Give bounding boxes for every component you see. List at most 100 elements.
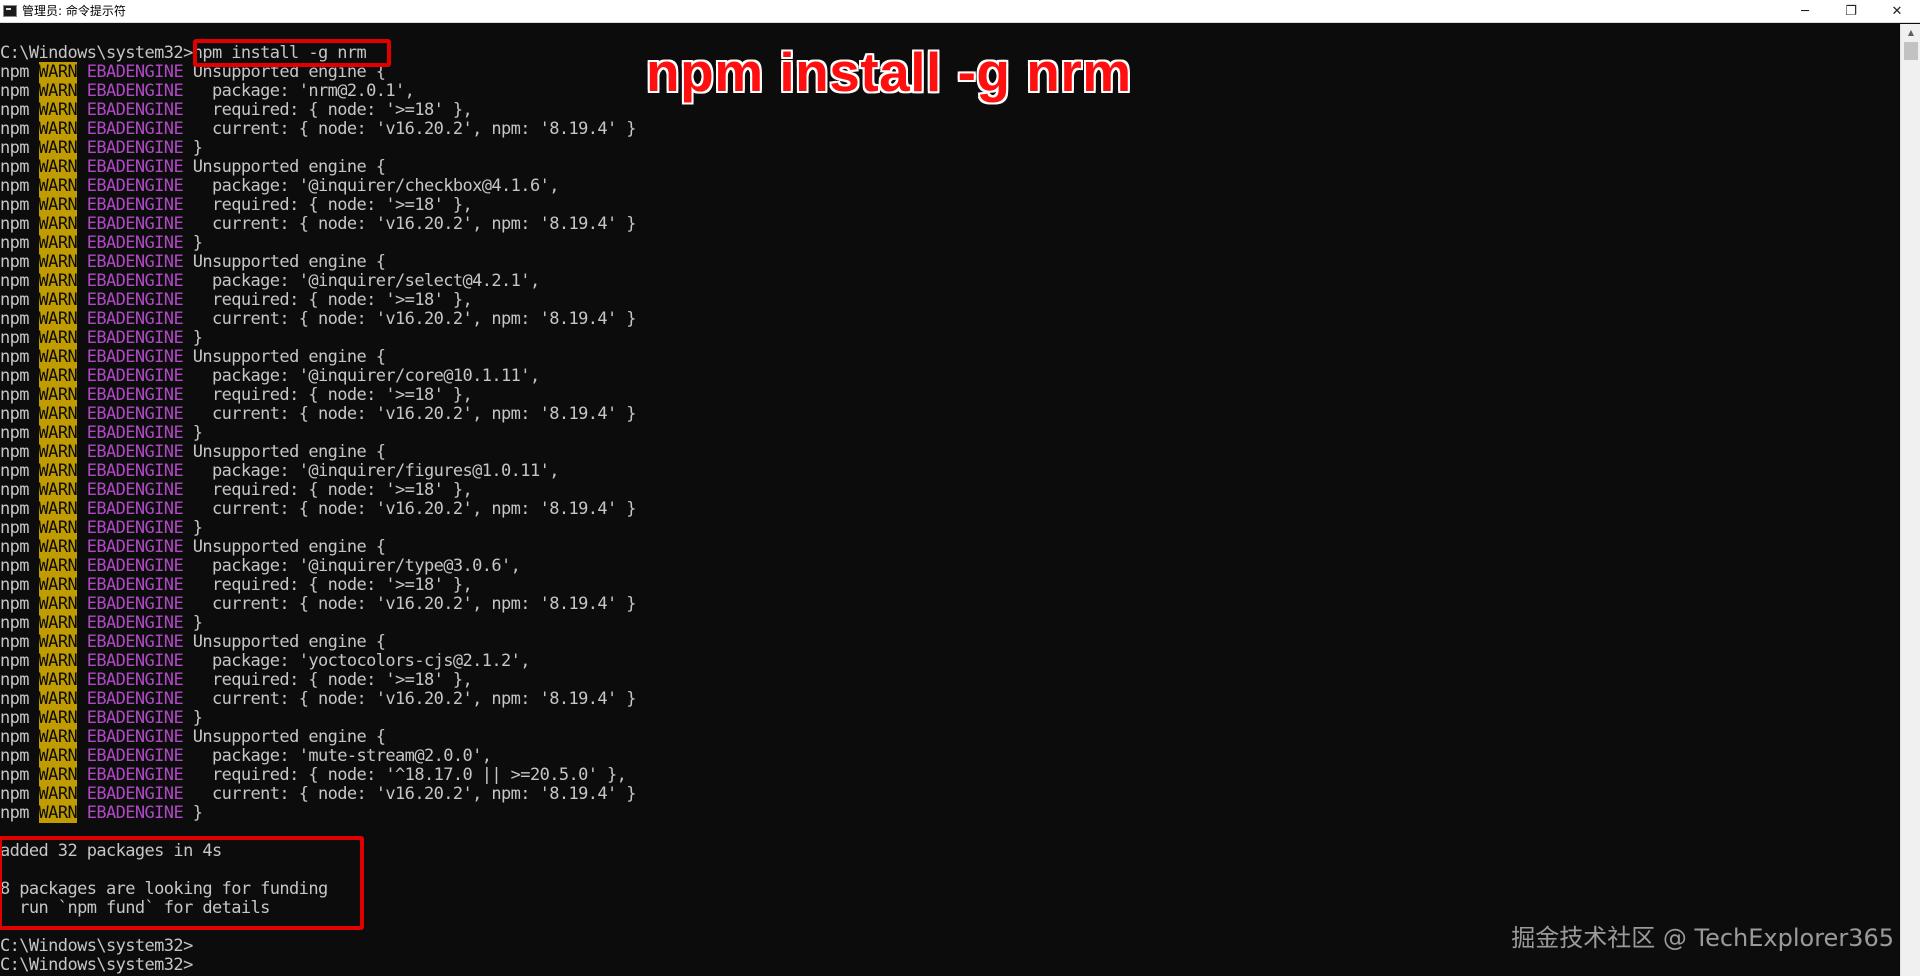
warn-line: npm WARN EBADENGINE current: { node: 'v1… — [0, 404, 1900, 424]
warn-message: package: 'mute-stream@2.0.0', — [192, 746, 492, 766]
ebadengine-code: EBADENGINE — [77, 537, 193, 557]
ebadengine-code: EBADENGINE — [77, 746, 193, 766]
npm-prefix: npm — [0, 423, 39, 443]
npm-prefix: npm — [0, 100, 39, 120]
warn-message: package: '@inquirer/type@3.0.6', — [192, 556, 521, 576]
warn-message: package: 'nrm@2.0.1', — [192, 81, 415, 101]
npm-prefix: npm — [0, 404, 39, 424]
warn-badge: WARN — [38, 385, 78, 405]
warn-message: } — [192, 423, 203, 443]
ebadengine-code: EBADENGINE — [77, 309, 193, 329]
warn-line: npm WARN EBADENGINE Unsupported engine { — [0, 537, 1900, 557]
warn-badge: WARN — [38, 765, 78, 785]
npm-prefix: npm — [0, 613, 39, 633]
warn-line: npm WARN EBADENGINE } — [0, 423, 1900, 443]
ebadengine-code: EBADENGINE — [77, 480, 193, 500]
warn-message: } — [192, 708, 203, 728]
ebadengine-code: EBADENGINE — [77, 157, 193, 177]
warn-badge: WARN — [38, 328, 78, 348]
npm-prefix: npm — [0, 271, 39, 291]
ebadengine-code: EBADENGINE — [77, 62, 193, 82]
console-output[interactable]: C:\Windows\system32> npm install -g nrm n… — [0, 24, 1900, 976]
ebadengine-code: EBADENGINE — [77, 423, 193, 443]
scroll-thumb[interactable] — [1904, 42, 1918, 60]
warn-message: package: '@inquirer/figures@1.0.11', — [192, 461, 559, 481]
warn-message: current: { node: 'v16.20.2', npm: '8.19.… — [192, 689, 637, 709]
warn-line: npm WARN EBADENGINE } — [0, 803, 1900, 823]
warn-message: required: { node: '>=18' }, — [192, 195, 473, 215]
warn-line: npm WARN EBADENGINE Unsupported engine { — [0, 252, 1900, 272]
ebadengine-code: EBADENGINE — [77, 556, 193, 576]
ebadengine-code: EBADENGINE — [77, 727, 193, 747]
warn-badge: WARN — [38, 309, 78, 329]
warn-line: npm WARN EBADENGINE required: { node: '>… — [0, 385, 1900, 405]
warn-line: npm WARN EBADENGINE required: { node: '>… — [0, 290, 1900, 310]
npm-prefix: npm — [0, 632, 39, 652]
warn-line: npm WARN EBADENGINE } — [0, 708, 1900, 728]
warn-line: npm WARN EBADENGINE required: { node: '>… — [0, 480, 1900, 500]
warn-line: npm WARN EBADENGINE Unsupported engine { — [0, 347, 1900, 367]
warn-line: npm WARN EBADENGINE required: { node: '^… — [0, 765, 1900, 785]
ebadengine-code: EBADENGINE — [77, 252, 193, 272]
ebadengine-code: EBADENGINE — [77, 81, 193, 101]
warn-line: npm WARN EBADENGINE current: { node: 'v1… — [0, 594, 1900, 614]
warn-badge: WARN — [38, 575, 78, 595]
warn-message: } — [192, 233, 203, 253]
ebadengine-code: EBADENGINE — [77, 271, 193, 291]
warn-badge: WARN — [38, 651, 78, 671]
warn-line: npm WARN EBADENGINE } — [0, 328, 1900, 348]
warn-line: npm WARN EBADENGINE Unsupported engine { — [0, 442, 1900, 462]
ebadengine-code: EBADENGINE — [77, 594, 193, 614]
ebadengine-code: EBADENGINE — [77, 651, 193, 671]
warn-message: current: { node: 'v16.20.2', npm: '8.19.… — [192, 404, 637, 424]
npm-prefix: npm — [0, 556, 39, 576]
warn-message: } — [192, 803, 203, 823]
npm-prefix: npm — [0, 594, 39, 614]
warn-line: npm WARN EBADENGINE current: { node: 'v1… — [0, 499, 1900, 519]
ebadengine-code: EBADENGINE — [77, 461, 193, 481]
warn-line: npm WARN EBADENGINE required: { node: '>… — [0, 670, 1900, 690]
warn-message: required: { node: '>=18' }, — [192, 385, 473, 405]
warn-badge: WARN — [38, 252, 78, 272]
npm-prefix: npm — [0, 233, 39, 253]
vertical-scrollbar[interactable]: ▲ — [1900, 24, 1920, 976]
warn-message: required: { node: '^18.17.0 || >=20.5.0'… — [192, 765, 627, 785]
warn-badge: WARN — [38, 233, 78, 253]
maximize-button[interactable]: ❐ — [1828, 0, 1874, 23]
warn-line: npm WARN EBADENGINE } — [0, 613, 1900, 633]
npm-prefix: npm — [0, 765, 39, 785]
ebadengine-code: EBADENGINE — [77, 119, 193, 139]
warn-message: } — [192, 138, 203, 158]
ebadengine-code: EBADENGINE — [77, 138, 193, 158]
npm-prefix: npm — [0, 195, 39, 215]
warn-message: package: '@inquirer/core@10.1.11', — [192, 366, 540, 386]
npm-prefix: npm — [0, 328, 39, 348]
warn-message: required: { node: '>=18' }, — [192, 100, 473, 120]
warn-badge: WARN — [38, 347, 78, 367]
npm-prefix: npm — [0, 157, 39, 177]
warn-line: npm WARN EBADENGINE Unsupported engine { — [0, 632, 1900, 652]
npm-prefix: npm — [0, 62, 39, 82]
warn-message: Unsupported engine { — [192, 537, 386, 557]
warn-badge: WARN — [38, 746, 78, 766]
npm-prefix: npm — [0, 366, 39, 386]
ebadengine-code: EBADENGINE — [77, 689, 193, 709]
close-button[interactable]: ✕ — [1874, 0, 1920, 23]
warning-block: npm WARN EBADENGINE Unsupported engine {… — [0, 62, 1900, 823]
minimize-button[interactable]: ─ — [1782, 0, 1828, 23]
npm-prefix: npm — [0, 252, 39, 272]
window-controls: ─ ❐ ✕ — [1782, 0, 1920, 23]
warn-message: required: { node: '>=18' }, — [192, 480, 473, 500]
final-prompt: C:\Windows\system32> — [0, 955, 193, 975]
scroll-up-arrow-icon[interactable]: ▲ — [1901, 24, 1920, 40]
npm-prefix: npm — [0, 499, 39, 519]
ebadengine-code: EBADENGINE — [77, 100, 193, 120]
warn-message: } — [192, 518, 203, 538]
warn-line: npm WARN EBADENGINE current: { node: 'v1… — [0, 689, 1900, 709]
warn-badge: WARN — [38, 784, 78, 804]
warn-line: npm WARN EBADENGINE Unsupported engine { — [0, 727, 1900, 747]
warn-badge: WARN — [38, 670, 78, 690]
npm-prefix: npm — [0, 537, 39, 557]
warn-badge: WARN — [38, 81, 78, 101]
ebadengine-code: EBADENGINE — [77, 613, 193, 633]
